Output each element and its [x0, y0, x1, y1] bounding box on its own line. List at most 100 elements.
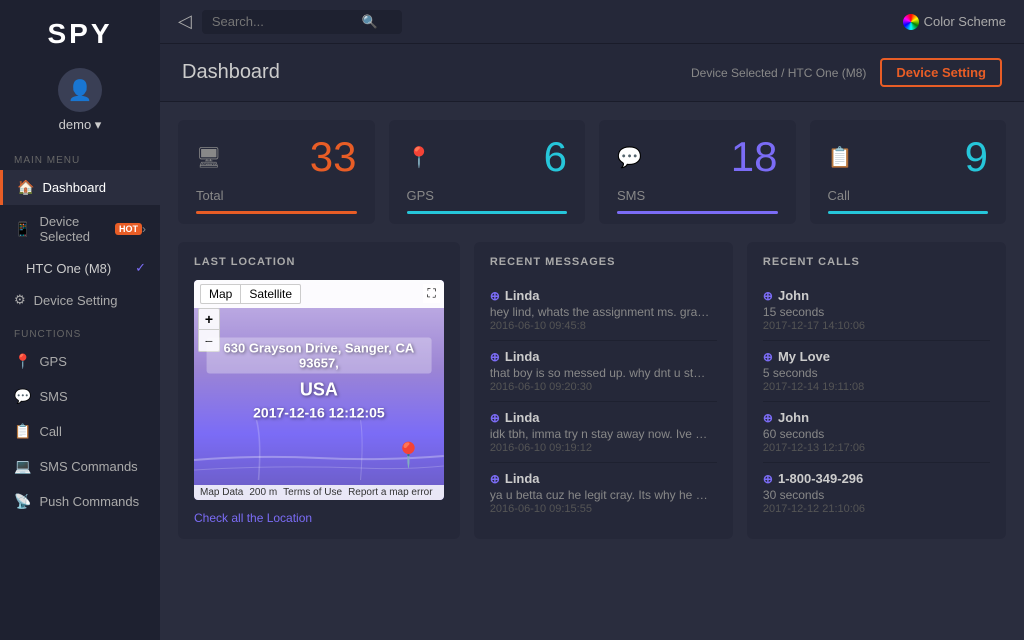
back-button[interactable]: ◁	[178, 11, 192, 32]
sidebar-item-call[interactable]: 📋 Call	[0, 414, 160, 449]
map-report: Report a map error	[348, 487, 432, 498]
sidebar-item-sms-commands[interactable]: 💻 SMS Commands	[0, 449, 160, 484]
message-item[interactable]: ⊕ Linda ya u betta cuz he legit cray. It…	[490, 463, 717, 523]
call-contact-icon: ⊕	[763, 350, 773, 364]
check-location-link[interactable]: Check all the Location	[194, 511, 312, 525]
stat-label: SMS	[617, 188, 778, 203]
map-pin-icon: 📍	[394, 441, 424, 470]
message-sender: ⊕ Linda	[490, 349, 717, 364]
calls-panel: RECENT CALLS ⊕ John 15 seconds 2017-12-1…	[747, 242, 1006, 539]
sidebar-item-gps[interactable]: 📍 GPS	[0, 344, 160, 379]
sidebar-item-sms[interactable]: 💬 SMS	[0, 379, 160, 414]
contact-icon: ⊕	[490, 289, 500, 303]
stat-icon: 💬	[617, 145, 642, 170]
message-time: 2016-06-10 09:45:8	[490, 320, 717, 332]
stat-card-total: 🖥 33 Total	[178, 120, 375, 224]
checkmark-icon: ✓	[135, 260, 146, 276]
message-sender: ⊕ Linda	[490, 471, 717, 486]
messages-panel: RECENT MESSAGES ⊕ Linda hey lind, whats …	[474, 242, 733, 539]
map-panel-title: LAST LOCATION	[194, 256, 444, 268]
device-name-label: HTC One (M8)	[26, 261, 111, 276]
message-text: hey lind, whats the assignment ms. grang…	[490, 305, 710, 319]
sms-icon: 💬	[14, 388, 31, 405]
contact-icon: ⊕	[490, 350, 500, 364]
avatar-icon: 👤	[68, 78, 93, 103]
avatar: 👤	[58, 68, 102, 112]
sidebar-sms-label: SMS	[39, 389, 67, 404]
page-title: Dashboard	[182, 61, 280, 84]
device-setting-button[interactable]: Device Setting	[880, 58, 1002, 87]
sidebar-item-push-commands[interactable]: 📡 Push Commands	[0, 484, 160, 519]
contact-icon: ⊕	[490, 472, 500, 486]
stat-label: GPS	[407, 188, 568, 203]
call-time: 2017-12-14 19:11:08	[763, 381, 990, 393]
functions-label: FUNCTIONS	[0, 317, 160, 344]
stat-card-call: 📋 9 Call	[810, 120, 1007, 224]
map-terms: Terms of Use	[283, 487, 342, 498]
message-item[interactable]: ⊕ Linda idk tbh, imma try n stay away no…	[490, 402, 717, 463]
zoom-in-button[interactable]: +	[198, 308, 220, 330]
hot-badge: HOT	[115, 223, 142, 235]
map-datetime: 2017-12-16 12:12:05	[206, 405, 431, 421]
call-item[interactable]: ⊕ 1-800-349-296 30 seconds 2017-12-12 21…	[763, 463, 990, 523]
call-time: 2017-12-12 21:10:06	[763, 503, 990, 515]
map-footer: Map Data 200 m Terms of Use Report a map…	[194, 485, 444, 500]
call-item[interactable]: ⊕ My Love 5 seconds 2017-12-14 19:11:08	[763, 341, 990, 402]
sidebar-item-device-selected-label: Device Selected	[39, 214, 111, 244]
map-data-label: Map Data	[200, 487, 243, 498]
gps-icon: 📍	[14, 353, 31, 370]
panels-row: LAST LOCATION Map Satellit	[178, 242, 1006, 539]
stat-label: Total	[196, 188, 357, 203]
search-icon: 🔍	[362, 14, 378, 30]
message-time: 2016-06-10 09:19:12	[490, 442, 717, 454]
chevron-right-icon: ›	[142, 222, 146, 236]
sidebar-item-device-setting[interactable]: ⚙ Device Setting	[0, 283, 160, 317]
message-sender: ⊕ Linda	[490, 410, 717, 425]
map-panel: LAST LOCATION Map Satellit	[178, 242, 460, 539]
call-icon: 📋	[14, 423, 31, 440]
stat-icon: 📋	[828, 145, 853, 170]
stat-bar	[196, 211, 357, 214]
message-time: 2016-06-10 09:20:30	[490, 381, 717, 393]
sidebar-sms-commands-label: SMS Commands	[39, 459, 137, 474]
sidebar-item-dashboard[interactable]: 🏠 Dashboard	[0, 170, 160, 205]
content-area: 🖥 33 Total 📍 6 GPS 💬 18 SMS 📋 9 Call	[160, 102, 1024, 640]
device-selected-icon: 📱	[14, 221, 31, 238]
calls-panel-title: RECENT CALLS	[763, 256, 990, 268]
stat-value: 6	[544, 136, 567, 178]
call-contact: ⊕ John	[763, 410, 990, 425]
map-background: Map Satellite + − ⛶ 630 Grayson Drive,	[194, 280, 444, 500]
map-address: 630 Grayson Drive, Sanger, CA 93657,	[206, 338, 431, 374]
color-scheme-button[interactable]: Color Scheme	[903, 14, 1006, 30]
map-overlay: 630 Grayson Drive, Sanger, CA 93657, USA…	[206, 338, 431, 421]
call-item[interactable]: ⊕ John 60 seconds 2017-12-13 12:17:06	[763, 402, 990, 463]
sidebar-gps-label: GPS	[39, 354, 66, 369]
message-sender: ⊕ Linda	[490, 288, 717, 303]
message-item[interactable]: ⊕ Linda that boy is so messed up. why dn…	[490, 341, 717, 402]
call-duration: 60 seconds	[763, 427, 990, 441]
messages-panel-title: RECENT MESSAGES	[490, 256, 717, 268]
stat-card-gps: 📍 6 GPS	[389, 120, 586, 224]
push-commands-icon: 📡	[14, 493, 31, 510]
device-name-item[interactable]: HTC One (M8) ✓	[0, 253, 160, 283]
satellite-tab-button[interactable]: Satellite	[241, 284, 301, 304]
map-toolbar: Map Satellite	[194, 280, 444, 308]
stat-icon: 📍	[407, 145, 432, 170]
settings-icon: ⚙	[14, 292, 26, 308]
calls-list: ⊕ John 15 seconds 2017-12-17 14:10:06 ⊕ …	[763, 280, 990, 523]
call-time: 2017-12-13 12:17:06	[763, 442, 990, 454]
stat-card-header: 📋 9	[828, 136, 989, 178]
search-input[interactable]	[212, 14, 362, 29]
call-item[interactable]: ⊕ John 15 seconds 2017-12-17 14:10:06	[763, 280, 990, 341]
map-fullscreen-button[interactable]: ⛶	[423, 284, 439, 303]
sidebar-item-device-selected[interactable]: 📱 Device Selected HOT ›	[0, 205, 160, 253]
call-contact-icon: ⊕	[763, 289, 773, 303]
main-menu-label: MAIN MENU	[0, 143, 160, 170]
map-tab-button[interactable]: Map	[200, 284, 241, 304]
message-text: ya u betta cuz he legit cray. Its why he…	[490, 488, 710, 502]
topbar-right: Color Scheme	[903, 14, 1006, 30]
message-item[interactable]: ⊕ Linda hey lind, whats the assignment m…	[490, 280, 717, 341]
sidebar-device-setting-label: Device Setting	[34, 293, 118, 308]
stat-card-header: 💬 18	[617, 136, 778, 178]
dashboard-icon: 🏠	[17, 179, 34, 196]
